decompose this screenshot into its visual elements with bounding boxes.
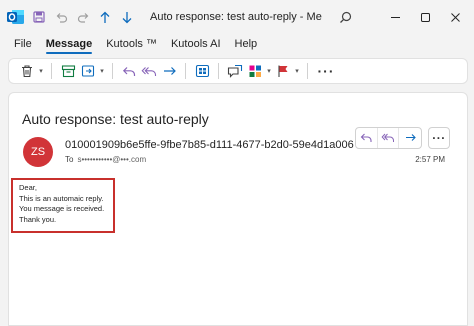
reading-pane: Auto response: test auto-reply ··· ZS 01… bbox=[8, 92, 468, 326]
undo-icon[interactable] bbox=[50, 0, 72, 34]
reply-button[interactable] bbox=[356, 128, 378, 148]
ribbon-divider bbox=[112, 63, 113, 79]
read-aloud-icon[interactable] bbox=[225, 60, 245, 82]
minimize-icon[interactable] bbox=[380, 0, 410, 34]
forward-button[interactable] bbox=[399, 128, 421, 148]
redo-icon[interactable] bbox=[72, 0, 94, 34]
close-icon[interactable] bbox=[440, 0, 470, 34]
received-time: 2:57 PM bbox=[415, 155, 445, 164]
more-options-icon[interactable]: ··· bbox=[314, 60, 338, 82]
search-icon[interactable] bbox=[334, 0, 356, 34]
window-title: Auto response: test auto-reply - Message… bbox=[150, 11, 322, 23]
menu-file[interactable]: File bbox=[14, 38, 32, 50]
body-line: This is an automaic reply. bbox=[19, 193, 104, 203]
delete-dropdown-chevron-icon[interactable]: ▾ bbox=[37, 60, 45, 82]
ribbon-divider bbox=[185, 63, 186, 79]
forward-icon[interactable] bbox=[159, 60, 179, 82]
ribbon-divider bbox=[218, 63, 219, 79]
menu-kutools[interactable]: Kutools ™ bbox=[106, 38, 157, 50]
reply-all-button[interactable] bbox=[378, 128, 400, 148]
menu-kutools-ai[interactable]: Kutools AI bbox=[171, 38, 221, 50]
message-more-options-button[interactable]: ··· bbox=[428, 127, 450, 149]
window-controls bbox=[380, 0, 470, 34]
delete-icon[interactable] bbox=[17, 60, 37, 82]
recipient-address[interactable]: s•••••••••••@•••.com bbox=[77, 155, 146, 164]
maximize-icon[interactable] bbox=[410, 0, 440, 34]
ribbon-divider bbox=[307, 63, 308, 79]
outlook-logo bbox=[4, 0, 28, 34]
body-line: Thank you. bbox=[19, 214, 57, 224]
reply-icon[interactable] bbox=[119, 60, 139, 82]
menu-help[interactable]: Help bbox=[235, 38, 258, 50]
recipient-line: To s•••••••••••@•••.com bbox=[65, 155, 146, 164]
flag-icon[interactable] bbox=[273, 60, 293, 82]
move-icon[interactable] bbox=[78, 60, 98, 82]
ribbon-divider bbox=[51, 63, 52, 79]
flag-dropdown-chevron-icon[interactable]: ▾ bbox=[293, 60, 301, 82]
up-arrow-icon[interactable] bbox=[94, 0, 116, 34]
to-label: To bbox=[65, 155, 74, 164]
move-dropdown-chevron-icon[interactable]: ▾ bbox=[98, 60, 106, 82]
message-body-highlight: Dear, This is an automaic reply. You mes… bbox=[11, 178, 115, 233]
body-line: Dear, bbox=[19, 183, 37, 192]
categorize-dropdown-chevron-icon[interactable]: ▾ bbox=[265, 60, 273, 82]
menu-message[interactable]: Message bbox=[45, 38, 93, 54]
message-subject: Auto response: test auto-reply bbox=[22, 111, 209, 127]
down-arrow-icon[interactable] bbox=[116, 0, 138, 34]
archive-icon[interactable] bbox=[58, 60, 78, 82]
reply-button-group bbox=[355, 127, 422, 149]
menu-bar: File Message Kutools ™ Kutools AI Help bbox=[0, 34, 474, 54]
categorize-icon[interactable] bbox=[245, 60, 265, 82]
reply-all-icon[interactable] bbox=[139, 60, 159, 82]
apps-icon[interactable] bbox=[192, 60, 212, 82]
body-line: You message is received. bbox=[19, 204, 105, 213]
sender-avatar[interactable]: ZS bbox=[23, 137, 53, 167]
ribbon-toolbar: ▾ ▾ ▾ ▾ ··· bbox=[8, 58, 468, 84]
save-icon[interactable] bbox=[28, 0, 50, 34]
title-bar: Auto response: test auto-reply - Message… bbox=[0, 0, 474, 34]
sender-address[interactable]: 010001909b6e5ffe-9fbe7b85-d111-4677-b2d0… bbox=[65, 139, 354, 151]
